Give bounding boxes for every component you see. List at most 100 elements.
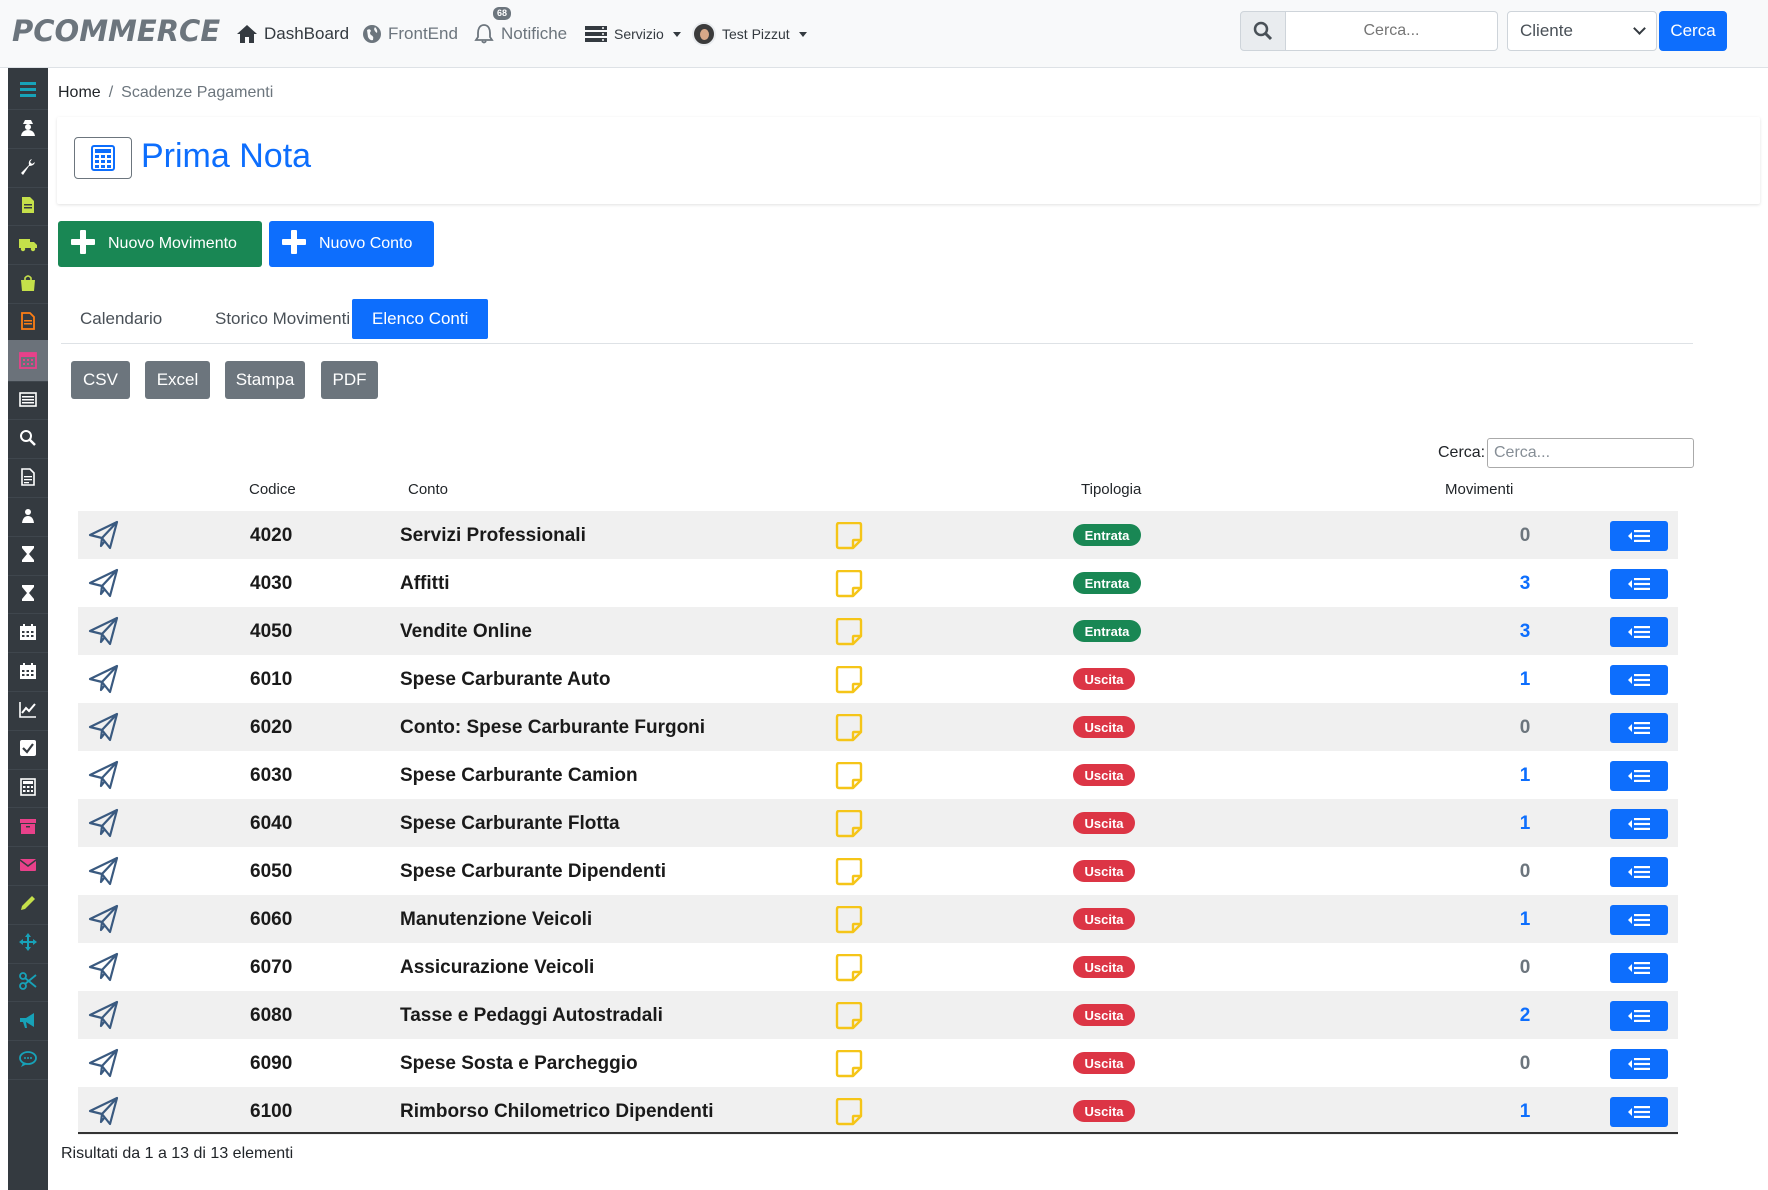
tab-calendario[interactable]: Calendario <box>61 299 181 339</box>
paper-plane-icon[interactable] <box>88 807 120 839</box>
top-search-input[interactable] <box>1286 11 1498 51</box>
sidebar-item[interactable] <box>8 650 48 692</box>
sidebar-item[interactable] <box>8 378 48 421</box>
row-movimenti[interactable]: 1 <box>1510 1101 1540 1123</box>
nav-servizio-dropdown[interactable]: Servizio <box>584 22 681 46</box>
row-detail-button[interactable] <box>1610 521 1668 551</box>
column-header-codice[interactable]: Codice <box>249 481 296 498</box>
row-detail-button[interactable] <box>1610 569 1668 599</box>
sticky-note-icon[interactable] <box>835 617 863 646</box>
paper-plane-icon[interactable] <box>88 1095 120 1127</box>
row-detail-button[interactable] <box>1610 953 1668 983</box>
paper-plane-icon[interactable] <box>88 663 120 695</box>
row-movimenti[interactable]: 0 <box>1510 957 1540 979</box>
row-movimenti[interactable]: 0 <box>1510 717 1540 739</box>
column-header-movimenti[interactable]: Movimenti <box>1445 481 1513 498</box>
row-detail-button[interactable] <box>1610 857 1668 887</box>
sticky-note-icon[interactable] <box>835 1001 863 1030</box>
nav-dashboard[interactable]: DashBoard <box>236 22 349 46</box>
tab-storico-movimenti[interactable]: Storico Movimenti <box>196 299 369 339</box>
row-detail-button[interactable] <box>1610 905 1668 935</box>
row-movimenti[interactable]: 3 <box>1510 573 1540 595</box>
sidebar-item[interactable] <box>8 456 48 498</box>
sticky-note-icon[interactable] <box>835 665 863 694</box>
sidebar-item[interactable] <box>8 495 48 537</box>
sidebar-item[interactable] <box>8 922 48 964</box>
sticky-note-icon[interactable] <box>835 1049 863 1078</box>
tab-elenco-conti[interactable]: Elenco Conti <box>352 299 489 339</box>
paper-plane-icon[interactable] <box>88 519 120 551</box>
export-stampa-button[interactable]: Stampa <box>225 361 305 399</box>
sidebar-item[interactable] <box>8 417 48 460</box>
export-pdf-button[interactable]: PDF <box>321 361 378 399</box>
row-movimenti[interactable]: 1 <box>1510 813 1540 835</box>
sticky-note-icon[interactable] <box>835 521 863 550</box>
export-csv-button[interactable]: CSV <box>71 361 130 399</box>
row-detail-button[interactable] <box>1610 617 1668 647</box>
sticky-note-icon[interactable] <box>835 809 863 838</box>
column-header-conto[interactable]: Conto <box>408 481 448 498</box>
paper-plane-icon[interactable] <box>88 615 120 647</box>
row-detail-button[interactable] <box>1610 1001 1668 1031</box>
sticky-note-icon[interactable] <box>835 953 863 982</box>
nuovo-movimento-button[interactable]: Nuovo Movimento <box>58 221 262 267</box>
sticky-note-icon[interactable] <box>835 905 863 934</box>
nuovo-conto-button[interactable]: Nuovo Conto <box>269 221 434 267</box>
paper-plane-icon[interactable] <box>88 1047 120 1079</box>
sidebar-item[interactable] <box>8 611 48 654</box>
paper-plane-icon[interactable] <box>88 999 120 1031</box>
sidebar-item[interactable] <box>8 572 48 615</box>
search-icon[interactable] <box>1240 11 1286 51</box>
row-movimenti[interactable]: 0 <box>1510 861 1540 883</box>
sidebar-item[interactable] <box>8 339 48 382</box>
breadcrumb-home[interactable]: Home <box>58 84 101 102</box>
top-search-button[interactable]: Cerca <box>1659 11 1727 51</box>
table-search-input[interactable]: Cerca... <box>1487 438 1694 468</box>
sidebar-item[interactable] <box>8 1038 48 1080</box>
sidebar-item[interactable] <box>8 805 48 848</box>
sticky-note-icon[interactable] <box>835 761 863 790</box>
sidebar-item[interactable] <box>8 68 48 110</box>
sticky-note-icon[interactable] <box>835 713 863 742</box>
row-movimenti[interactable]: 1 <box>1510 765 1540 787</box>
paper-plane-icon[interactable] <box>88 903 120 935</box>
sidebar-item[interactable] <box>8 262 48 304</box>
sidebar-item[interactable] <box>8 999 48 1042</box>
app-logo[interactable]: PCOMMERCE <box>12 14 220 48</box>
paper-plane-icon[interactable] <box>88 567 120 599</box>
nav-notifiche[interactable]: Notifiche <box>473 22 567 46</box>
row-movimenti[interactable]: 0 <box>1510 1053 1540 1075</box>
sidebar-item[interactable] <box>8 301 48 343</box>
sidebar-item[interactable] <box>8 766 48 809</box>
sidebar-item[interactable] <box>8 107 48 149</box>
row-detail-button[interactable] <box>1610 761 1668 791</box>
paper-plane-icon[interactable] <box>88 855 120 887</box>
row-detail-button[interactable] <box>1610 1049 1668 1079</box>
sidebar-item[interactable] <box>8 689 48 731</box>
row-movimenti[interactable]: 0 <box>1510 525 1540 547</box>
sidebar-item[interactable] <box>8 534 48 576</box>
row-detail-button[interactable] <box>1610 665 1668 695</box>
paper-plane-icon[interactable] <box>88 711 120 743</box>
row-movimenti[interactable]: 1 <box>1510 909 1540 931</box>
nav-user-dropdown[interactable]: Test Pizzut <box>692 22 807 46</box>
paper-plane-icon[interactable] <box>88 951 120 983</box>
sidebar-item[interactable] <box>8 146 48 188</box>
nav-frontend[interactable]: FrontEnd <box>362 22 458 46</box>
row-detail-button[interactable] <box>1610 809 1668 839</box>
row-movimenti[interactable]: 1 <box>1510 669 1540 691</box>
sidebar-item[interactable] <box>8 728 48 770</box>
search-scope-select[interactable]: Cliente <box>1507 11 1657 51</box>
paper-plane-icon[interactable] <box>88 759 120 791</box>
sidebar-item[interactable] <box>8 883 48 925</box>
sidebar-item[interactable] <box>8 844 48 886</box>
export-excel-button[interactable]: Excel <box>145 361 210 399</box>
row-detail-button[interactable] <box>1610 713 1668 743</box>
sidebar-item[interactable] <box>8 223 48 266</box>
sticky-note-icon[interactable] <box>835 857 863 886</box>
sticky-note-icon[interactable] <box>835 569 863 598</box>
sidebar-item[interactable] <box>8 184 48 227</box>
sticky-note-icon[interactable] <box>835 1097 863 1126</box>
row-movimenti[interactable]: 3 <box>1510 621 1540 643</box>
sidebar-item[interactable] <box>8 960 48 1003</box>
